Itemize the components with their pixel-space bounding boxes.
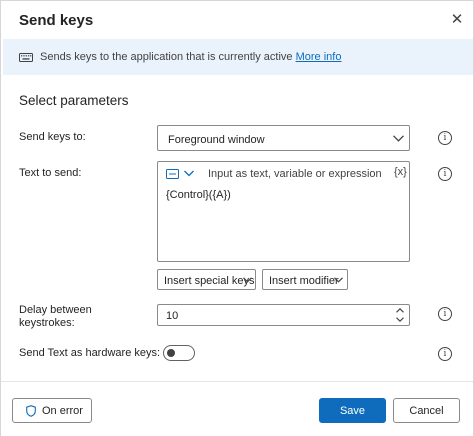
insert-special-keys-label: Insert special keys <box>164 275 255 287</box>
on-error-label: On error <box>42 405 83 417</box>
info-icon[interactable]: i <box>438 347 452 361</box>
info-icon[interactable]: i <box>438 167 452 181</box>
delay-stepper[interactable]: 10 <box>157 304 410 326</box>
banner-description: Sends keys to the application that is cu… <box>40 51 293 63</box>
delay-value: 10 <box>166 310 179 322</box>
chevron-down-icon <box>334 277 343 283</box>
save-label: Save <box>339 405 366 417</box>
input-mode-label: Input as text, variable or expression <box>208 168 382 180</box>
hardware-keys-label: Send Text as hardware keys: <box>19 347 161 359</box>
chevron-down-icon <box>243 277 252 283</box>
dialog-footer: On error Save Cancel <box>1 381 473 436</box>
delay-label: Delay between keystrokes: <box>19 304 92 330</box>
shield-icon <box>26 405 36 417</box>
insert-modifier-button[interactable]: Insert modifier <box>262 269 348 290</box>
cancel-button[interactable]: Cancel <box>393 398 460 423</box>
cancel-label: Cancel <box>409 405 444 417</box>
delay-label-line2: keystrokes: <box>19 317 75 329</box>
send-keys-to-label: Send keys to: <box>19 131 86 143</box>
send-keys-to-value: Foreground window <box>168 134 265 146</box>
send-keys-to-dropdown[interactable]: Foreground window <box>157 125 410 151</box>
text-to-send-input[interactable]: Input as text, variable or expression {x… <box>157 161 410 262</box>
on-error-button[interactable]: On error <box>12 398 92 423</box>
toggle-knob <box>167 349 175 357</box>
section-title: Select parameters <box>19 93 129 108</box>
chevron-up-icon[interactable] <box>396 308 404 313</box>
hardware-keys-toggle[interactable] <box>163 345 195 361</box>
text-to-send-label: Text to send: <box>19 167 82 179</box>
insert-modifier-label: Insert modifier <box>269 275 339 287</box>
banner-text: Sends keys to the application that is cu… <box>40 51 341 63</box>
info-icon[interactable]: i <box>438 131 452 145</box>
variable-icon[interactable]: {x} <box>394 166 407 178</box>
text-to-send-value: {Control}({A}) <box>166 189 231 201</box>
chevron-down-icon[interactable] <box>396 317 404 322</box>
delay-label-line1: Delay between <box>19 304 92 316</box>
dialog-title: Send keys <box>19 12 94 29</box>
more-info-link[interactable]: More info <box>296 51 342 63</box>
close-icon[interactable]: ✕ <box>449 12 465 28</box>
chevron-down-icon <box>393 135 404 142</box>
chevron-down-icon[interactable] <box>184 170 194 177</box>
send-keys-dialog: Send keys ✕ Sends keys to the applicatio… <box>0 0 474 436</box>
keyboard-icon <box>19 53 33 62</box>
save-button[interactable]: Save <box>319 398 386 423</box>
insert-special-keys-button[interactable]: Insert special keys <box>157 269 256 290</box>
info-icon[interactable]: i <box>438 307 452 321</box>
text-mode-icon[interactable] <box>166 169 179 179</box>
info-banner: Sends keys to the application that is cu… <box>3 39 473 75</box>
